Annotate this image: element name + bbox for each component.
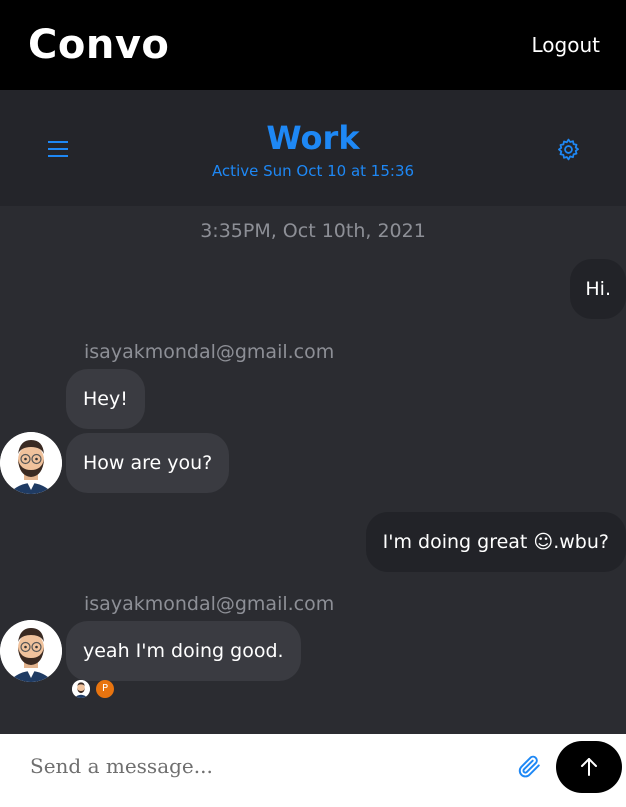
bearded-man-avatar-icon — [0, 620, 62, 682]
chat-title: Work — [266, 119, 360, 157]
logout-button[interactable]: Logout — [532, 33, 600, 57]
send-button[interactable] — [556, 741, 622, 793]
date-separator: 3:35PM, Oct 10th, 2021 — [200, 220, 426, 242]
sender-avatar[interactable] — [0, 432, 62, 494]
incoming-message-bubble: How are you? — [66, 433, 230, 493]
incoming-message-bubble: yeah I'm doing good. — [66, 621, 301, 681]
chat-app: Convo Logout Work Active Sun Oct 10 at 1… — [0, 0, 626, 807]
bearded-man-avatar-icon — [0, 432, 62, 494]
incoming-message-bubble: Hey! — [66, 369, 145, 429]
message-composer — [0, 734, 626, 807]
gear-icon[interactable] — [556, 137, 581, 162]
message-sender-email: isayakmondal@gmail.com — [84, 341, 335, 363]
brand-logo: Convo — [28, 22, 170, 68]
paperclip-icon[interactable] — [516, 752, 542, 780]
outgoing-message-bubble: I'm doing great ☺.wbu? — [365, 512, 626, 572]
read-receipts: P — [72, 680, 122, 698]
message-input[interactable] — [30, 749, 500, 783]
message-sender-email: isayakmondal@gmail.com — [84, 593, 335, 615]
chat-active-status: Active Sun Oct 10 at 15:36 — [211, 162, 415, 180]
reader-initial-badge: P — [96, 680, 114, 698]
sender-avatar[interactable] — [0, 620, 62, 682]
outgoing-message-bubble: Hi. — [570, 259, 626, 319]
top-bar: Convo Logout — [0, 0, 626, 90]
bearded-man-avatar-icon — [72, 680, 90, 698]
arrow-up-icon — [581, 758, 597, 776]
reader-avatar — [72, 680, 90, 698]
